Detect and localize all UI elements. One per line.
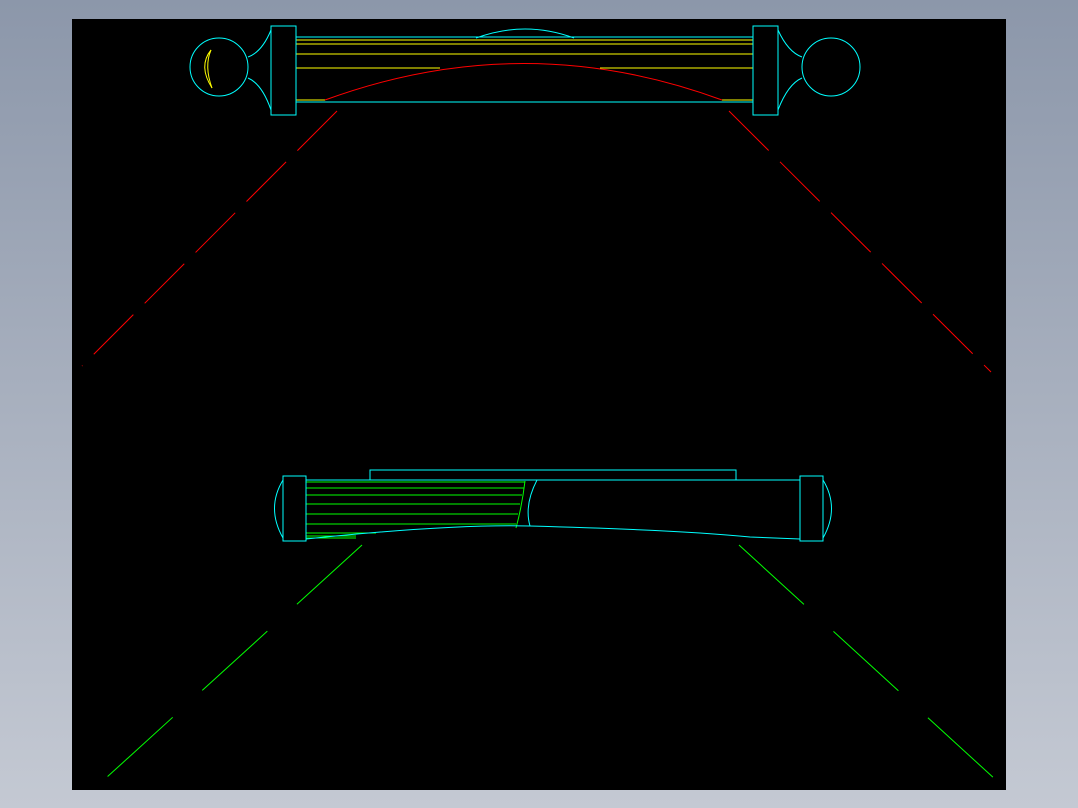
top-view-body-outline xyxy=(189,25,861,116)
cad-viewer-background xyxy=(0,0,1078,808)
bottom-right-cap xyxy=(822,479,832,539)
cad-drawing xyxy=(81,25,997,781)
bottom-top-strip xyxy=(369,469,737,481)
bottom-left-guide-line xyxy=(105,544,363,779)
bottom-view-guide-lines xyxy=(105,544,997,781)
bottom-view-assembly xyxy=(105,469,997,781)
top-left-knob-ball xyxy=(189,37,249,97)
top-view-yellow-rails xyxy=(296,39,753,101)
top-view-guide-lines xyxy=(81,110,992,373)
bottom-left-cap xyxy=(274,479,284,539)
bottom-right-guide-line xyxy=(738,544,997,781)
bottom-body-curve xyxy=(305,525,801,540)
top-right-knob-ball xyxy=(801,37,861,97)
bottom-view-body-outline xyxy=(274,469,832,542)
top-view-swing-arc xyxy=(324,63,723,101)
top-left-end-block xyxy=(270,25,297,116)
bottom-right-end-block xyxy=(799,475,824,542)
top-right-end-block xyxy=(752,25,779,116)
top-view-assembly xyxy=(81,25,992,373)
top-right-guide-line xyxy=(728,110,992,373)
bottom-inner-curve xyxy=(527,479,538,527)
bottom-left-end-block xyxy=(282,475,307,542)
top-left-guide-line xyxy=(81,110,338,367)
top-left-knob-highlight xyxy=(204,49,213,89)
